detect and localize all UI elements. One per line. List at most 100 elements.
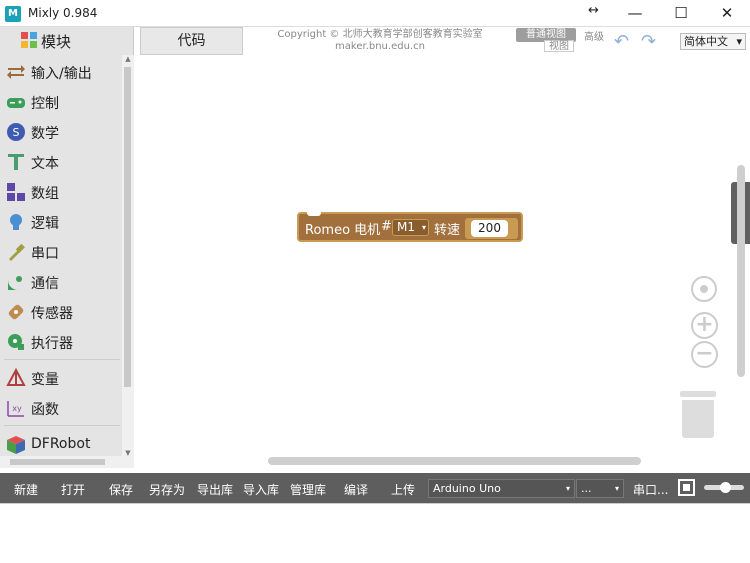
serial-plug-icon: [9, 243, 25, 261]
category-label: 文本: [31, 156, 59, 172]
copyright-text: Copyright © 北师大教育学部创客教育实验室 maker.bnu.edu…: [260, 29, 500, 53]
chevron-down-icon: ▾: [736, 35, 742, 48]
advanced-view-button[interactable]: 高级: [584, 28, 604, 43]
block-palette: 模块 输入/输出 控制 S 数学 文本 数组 逻辑 串口 通信 传感器 执行器: [0, 27, 134, 468]
category-sensor[interactable]: 传感器: [0, 297, 122, 327]
zoom-out-button[interactable]: −: [691, 341, 718, 368]
port-select[interactable]: ... ▾: [576, 479, 624, 498]
trash-lid: [680, 391, 716, 397]
undo-icon[interactable]: ↶: [614, 31, 629, 52]
svg-text:S: S: [13, 126, 20, 139]
workspace-vertical-scrollbar[interactable]: [737, 165, 745, 377]
dfrobot-cube-icon: [7, 436, 25, 454]
view-mode-toggle[interactable]: 普通视图 视图 高级: [516, 28, 608, 52]
category-label: 执行器: [31, 336, 73, 352]
view-label: 视图: [544, 40, 574, 52]
category-math[interactable]: S 数学: [0, 117, 122, 147]
upload-button[interactable]: 上传: [391, 481, 415, 498]
scroll-thumb[interactable]: [124, 67, 131, 387]
chevron-down-icon: ▾: [421, 223, 426, 232]
output-console[interactable]: [0, 503, 750, 563]
board-value: Arduino Uno: [433, 482, 501, 495]
open-button[interactable]: 打开: [61, 481, 85, 498]
chevron-down-icon: ▾: [614, 484, 619, 493]
category-label: 传感器: [31, 306, 73, 322]
maximize-button[interactable]: ☐: [658, 0, 704, 27]
io-arrows-icon: [7, 65, 25, 79]
speed-number-field[interactable]: 200: [471, 220, 508, 237]
motor-value: M1: [397, 220, 415, 234]
palette-title: 模块: [41, 33, 72, 51]
category-io[interactable]: 输入/输出: [0, 57, 122, 87]
category-function[interactable]: xy 函数: [0, 393, 122, 423]
app-icon: M: [5, 6, 21, 22]
category-serial[interactable]: 串口: [0, 237, 122, 267]
category-control[interactable]: 控制: [0, 87, 122, 117]
block-prefix: Romeo 电机: [305, 223, 381, 238]
trash-icon[interactable]: [680, 391, 716, 439]
function-xy-icon: xy: [7, 401, 24, 417]
romeo-motor-block[interactable]: Romeo 电机 # M1 ▾ 转速 200: [297, 212, 523, 242]
palette-horizontal-scrollbar[interactable]: [0, 456, 134, 468]
redo-icon[interactable]: ↷: [641, 31, 656, 52]
chip-core: [683, 484, 690, 491]
import-lib-button[interactable]: 导入库: [243, 481, 279, 498]
block-hash: #: [381, 219, 392, 234]
scroll-thumb[interactable]: [10, 459, 105, 465]
category-label: 串口: [31, 246, 59, 262]
palette-header: 模块: [0, 27, 123, 55]
bottom-toolbar: 新建 打开 保存 另存为 导出库 导入库 管理库 编译 上传 Arduino U…: [0, 473, 750, 503]
category-separator: [4, 425, 120, 426]
workspace-horizontal-scrollbar[interactable]: [268, 457, 641, 465]
category-label: 逻辑: [31, 216, 59, 232]
serial-monitor-button[interactable]: 串口...: [633, 481, 668, 498]
copyright-line: Copyright © 北师大教育学部创客教育实验室: [277, 29, 483, 40]
category-label: 数学: [31, 126, 59, 142]
trash-can: [682, 400, 714, 438]
save-as-button[interactable]: 另存为: [149, 481, 185, 498]
array-blocks-icon: [7, 183, 25, 201]
save-button[interactable]: 保存: [109, 481, 133, 498]
category-actuator[interactable]: 执行器: [0, 327, 122, 357]
minimize-button[interactable]: —: [612, 0, 658, 27]
speed-label: 转速: [434, 223, 461, 238]
sensor-icon: [8, 304, 24, 320]
manage-lib-button[interactable]: 管理库: [290, 481, 326, 498]
compile-button[interactable]: 编译: [344, 481, 368, 498]
category-array[interactable]: 数组: [0, 177, 122, 207]
lightbulb-icon: [10, 214, 22, 230]
svg-text:xy: xy: [12, 404, 22, 413]
category-text[interactable]: 文本: [0, 147, 122, 177]
zoom-in-button[interactable]: +: [691, 312, 718, 339]
export-lib-button[interactable]: 导出库: [197, 481, 233, 498]
category-comm[interactable]: 通信: [0, 267, 122, 297]
category-variable[interactable]: 变量: [0, 363, 122, 393]
title-bar: M Mixly 0.984 ↔ — ☐ ✕: [0, 0, 750, 27]
close-button[interactable]: ✕: [704, 0, 750, 27]
motor-dropdown[interactable]: M1 ▾: [392, 219, 429, 236]
window-title: Mixly 0.984: [28, 6, 98, 20]
blockly-workspace[interactable]: [134, 55, 750, 468]
scroll-up-arrow-icon[interactable]: ▲: [122, 55, 134, 63]
category-separator: [4, 359, 120, 360]
category-label: DFRobot: [31, 436, 91, 452]
language-select[interactable]: 简体中文 ▾: [680, 33, 746, 50]
board-select[interactable]: Arduino Uno ▾: [428, 479, 575, 498]
gamepad-icon: [7, 98, 25, 108]
slider-knob[interactable]: [720, 482, 731, 493]
chevron-down-icon: ▾: [565, 484, 570, 493]
category-label: 控制: [31, 96, 59, 112]
palette-vertical-scrollbar[interactable]: ▲ ▼: [122, 55, 134, 457]
resize-icon[interactable]: ↔: [588, 3, 599, 18]
recenter-icon[interactable]: [691, 276, 717, 302]
math-icon: S: [7, 123, 25, 141]
category-logic[interactable]: 逻辑: [0, 207, 122, 237]
port-value: ...: [581, 482, 592, 495]
tab-code[interactable]: 代码: [140, 27, 243, 55]
actuator-icon: [8, 334, 24, 350]
chip-icon[interactable]: [678, 479, 695, 496]
category-label: 输入/输出: [31, 66, 92, 82]
font-size-slider[interactable]: [704, 482, 744, 493]
category-label: 数组: [31, 186, 59, 202]
new-button[interactable]: 新建: [14, 481, 38, 498]
